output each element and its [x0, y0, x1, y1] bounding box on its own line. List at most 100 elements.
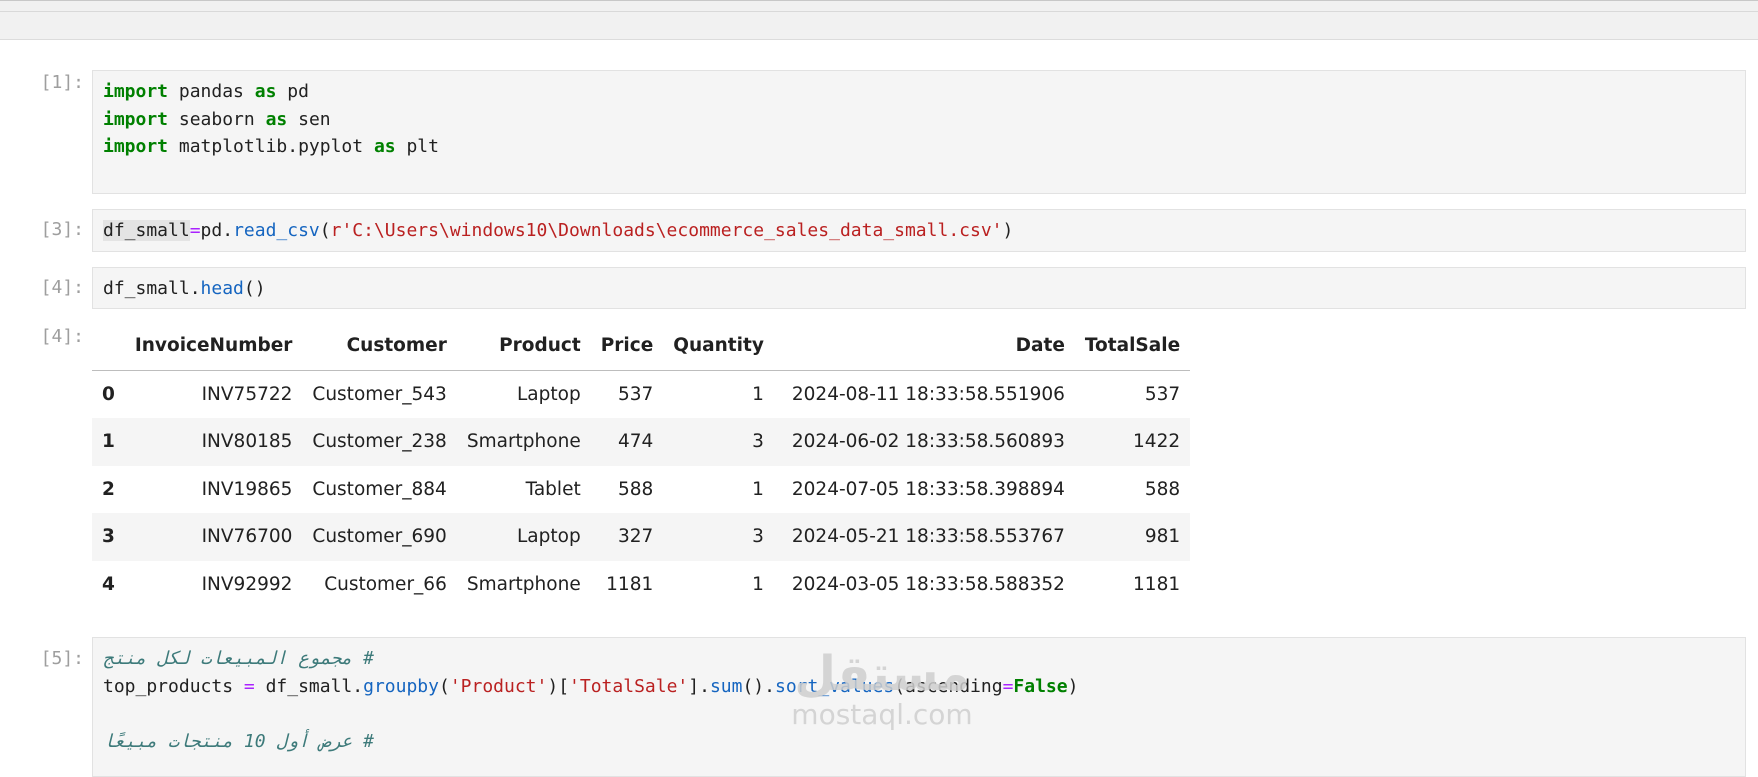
column-header: Customer — [302, 322, 457, 371]
table-cell: 1422 — [1133, 431, 1181, 453]
code-token: pandas — [168, 81, 255, 102]
code-token: pd — [276, 81, 309, 102]
code-token: )[ — [547, 675, 570, 697]
cell-prompt: [4]: — [40, 277, 84, 298]
table-cell: 2024-03-05 18:33:58.588352 — [791, 573, 1065, 595]
code-line: df_small.head() — [103, 275, 1735, 303]
table-cell: Customer_543 — [312, 383, 447, 405]
code-token: import — [103, 136, 169, 157]
code-token: # مجموع المبيعات لكل منتج — [103, 648, 374, 669]
table-cell: Customer_690 — [312, 526, 447, 548]
code-token: ) — [1067, 675, 1079, 697]
table-row: 4 INV92992 Customer_66 Smartphone 1181 1… — [92, 561, 1190, 609]
code-token: read_csv — [233, 220, 320, 241]
table-cell: INV76700 — [201, 526, 293, 548]
table-cell: 537 — [1144, 383, 1181, 405]
code-token: pd. — [200, 220, 234, 241]
code-line: import seaborn as sen — [103, 106, 1735, 134]
code-cell-head[interactable]: df_small.head() — [92, 267, 1746, 309]
table-row: 3 INV76700 Customer_690 Laptop 327 3 202… — [92, 513, 1191, 561]
code-token: df_small. — [254, 675, 364, 697]
code-cell-imports[interactable]: import pandas as pd import seaborn as sen… — [92, 70, 1746, 194]
watermark-latin: mostaql.com — [791, 698, 973, 731]
code-token: ) — [1002, 220, 1014, 241]
column-header: Price — [590, 322, 664, 371]
cell-prompt: [3]: — [40, 219, 84, 240]
code-token: ( — [438, 675, 450, 697]
code-token: = — [189, 220, 201, 241]
code-token: import — [103, 81, 169, 102]
column-header: Quantity — [663, 322, 774, 371]
code-token: head — [200, 278, 244, 299]
row-index: 0 — [102, 383, 115, 405]
table-cell: 3 — [752, 431, 764, 453]
code-token: () — [243, 278, 266, 299]
cell-prompt: [5]: — [40, 648, 84, 669]
code-token: as — [265, 108, 288, 130]
table-cell: 1 — [752, 573, 764, 595]
table-cell: 1 — [752, 383, 764, 405]
table-cell: Customer_884 — [312, 478, 447, 500]
code-token: as — [373, 136, 396, 157]
code-line: df_small=pd.read_csv(r'C:\Users\windows1… — [103, 217, 1735, 245]
code-token: df_small — [103, 220, 190, 241]
table-cell: INV19865 — [201, 478, 293, 500]
table-cell: 2024-08-11 18:33:58.551906 — [791, 383, 1065, 405]
table-cell: Smartphone — [466, 573, 581, 595]
row-index: 4 — [102, 573, 115, 595]
table-cell: Laptop — [517, 383, 581, 405]
code-token: as — [254, 81, 277, 102]
code-token: matplotlib.pyplot — [168, 136, 374, 157]
dataframe-output: InvoiceNumber Customer Product Price Qua… — [92, 322, 1191, 609]
code-token: top_products — [103, 675, 244, 697]
table-cell: INV92992 — [201, 573, 293, 595]
code-cell-read-csv[interactable]: df_small=pd.read_csv(r'C:\Users\windows1… — [92, 209, 1746, 252]
table-cell: Laptop — [517, 526, 581, 548]
code-line: # عرض أول 10 منتجات مبيعًا — [103, 728, 1735, 756]
table-cell: 2024-07-05 18:33:58.398894 — [791, 478, 1065, 500]
row-index: 3 — [102, 526, 115, 548]
table-cell: 2024-06-02 18:33:58.560893 — [791, 431, 1065, 453]
code-token: False — [1013, 675, 1068, 697]
code-token: import — [103, 108, 169, 130]
table-cell: 588 — [1144, 478, 1181, 500]
table-cell: INV75722 — [201, 383, 293, 405]
column-header — [92, 322, 125, 371]
row-index: 1 — [102, 431, 115, 453]
table-cell: 1181 — [606, 573, 654, 595]
column-header: InvoiceNumber — [124, 322, 303, 371]
notebook-toolbar — [0, 0, 1758, 40]
table-cell: 981 — [1144, 526, 1181, 548]
table-cell: 474 — [617, 431, 654, 453]
code-token: sum — [709, 675, 743, 697]
table-row: 0 INV75722 Customer_543 Laptop 537 1 202… — [92, 370, 1190, 418]
code-line: import matplotlib.pyplot as plt — [103, 133, 1735, 161]
code-line: import pandas as pd — [103, 78, 1735, 106]
table-cell: 2024-05-21 18:33:58.553767 — [791, 526, 1065, 548]
code-token: ( — [319, 220, 331, 241]
code-token: sen — [287, 108, 331, 130]
table-cell: Smartphone — [466, 431, 581, 453]
cell-prompt: [1]: — [40, 72, 84, 93]
table-row: 1 INV80185 Customer_238 Smartphone 474 3… — [92, 418, 1191, 466]
table-cell: 537 — [617, 383, 654, 405]
table-cell: Customer_238 — [312, 431, 447, 453]
code-token: plt — [395, 136, 439, 157]
table-cell: INV80185 — [201, 431, 293, 453]
code-token: # عرض أول 10 منتجات مبيعًا — [103, 730, 374, 752]
column-header: Date — [773, 322, 1075, 371]
code-token: = — [1002, 675, 1014, 697]
row-index: 2 — [102, 478, 115, 500]
output-prompt: [4]: — [40, 326, 84, 347]
code-token: = — [243, 675, 255, 697]
table-cell: 3 — [752, 526, 764, 548]
table-cell: Tablet — [525, 478, 581, 500]
code-token: 'TotalSale' — [569, 675, 689, 697]
table-cell: 327 — [617, 526, 654, 548]
watermark-logo: مستقل mostaql.com — [762, 650, 1002, 731]
code-token: seaborn — [168, 108, 266, 130]
column-header: Product — [456, 322, 591, 371]
table-row: 2 INV19865 Customer_884 Tablet 588 1 202… — [92, 466, 1190, 514]
code-token: df_small. — [103, 278, 201, 299]
